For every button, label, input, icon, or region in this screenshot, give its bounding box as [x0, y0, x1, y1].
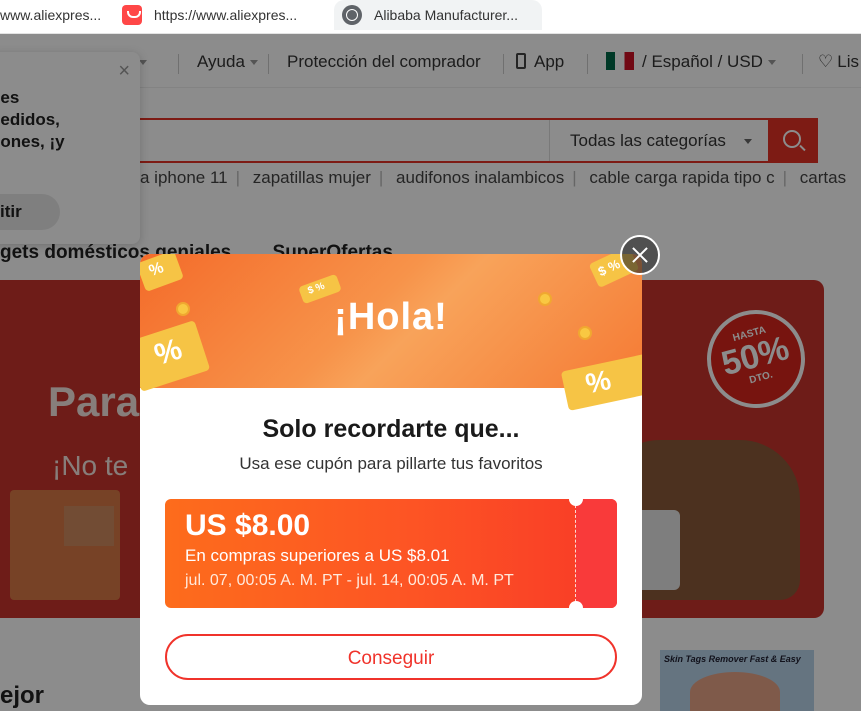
- tab-label: Alibaba Manufacturer...: [374, 7, 518, 23]
- modal-greeting: ¡Hola!: [334, 296, 448, 338]
- coupon-amount: US $8.00: [185, 509, 311, 542]
- percent-ticket-icon: %: [140, 254, 184, 292]
- coupon-notch: [569, 601, 583, 608]
- coupon-validity: jul. 07, 00:05 A. M. PT - jul. 14, 00:05…: [185, 572, 514, 589]
- percent-ticket-icon: %: [560, 353, 642, 411]
- coupon-modal: % % % $ % $ % ¡Hola! Solo recordarte que…: [140, 254, 642, 705]
- coupon-card: US $8.00 En compras superiores a US $8.0…: [165, 499, 617, 608]
- browser-tab-aliexpress-1[interactable]: www.aliexpres...: [0, 0, 110, 30]
- modal-header-banner: % % % $ % $ % ¡Hola!: [140, 254, 642, 411]
- browser-tab-strip: www.aliexpres... https://www.aliexpres..…: [0, 0, 861, 34]
- browser-tab-alibaba[interactable]: Alibaba Manufacturer...: [334, 0, 542, 30]
- tab-label: www.aliexpres...: [0, 7, 102, 23]
- coupon-stub: [576, 499, 617, 608]
- page: www.aliexpres... https://www.aliexpres..…: [0, 0, 861, 711]
- coupon-condition: En compras superiores a US $8.01: [185, 546, 450, 565]
- tab-label: https://www.aliexpres...: [154, 7, 298, 23]
- globe-icon: [342, 5, 362, 25]
- browser-tab-aliexpress-2[interactable]: https://www.aliexpres...: [122, 0, 322, 30]
- get-coupon-button[interactable]: Conseguir: [165, 634, 617, 680]
- modal-title: Solo recordarte que...: [262, 415, 520, 443]
- aliexpress-icon: [122, 5, 142, 25]
- close-icon[interactable]: [620, 235, 660, 275]
- coupon-perforation: [575, 505, 576, 602]
- modal-subtitle: Usa ese cupón para pillarte tus favorito…: [239, 454, 543, 473]
